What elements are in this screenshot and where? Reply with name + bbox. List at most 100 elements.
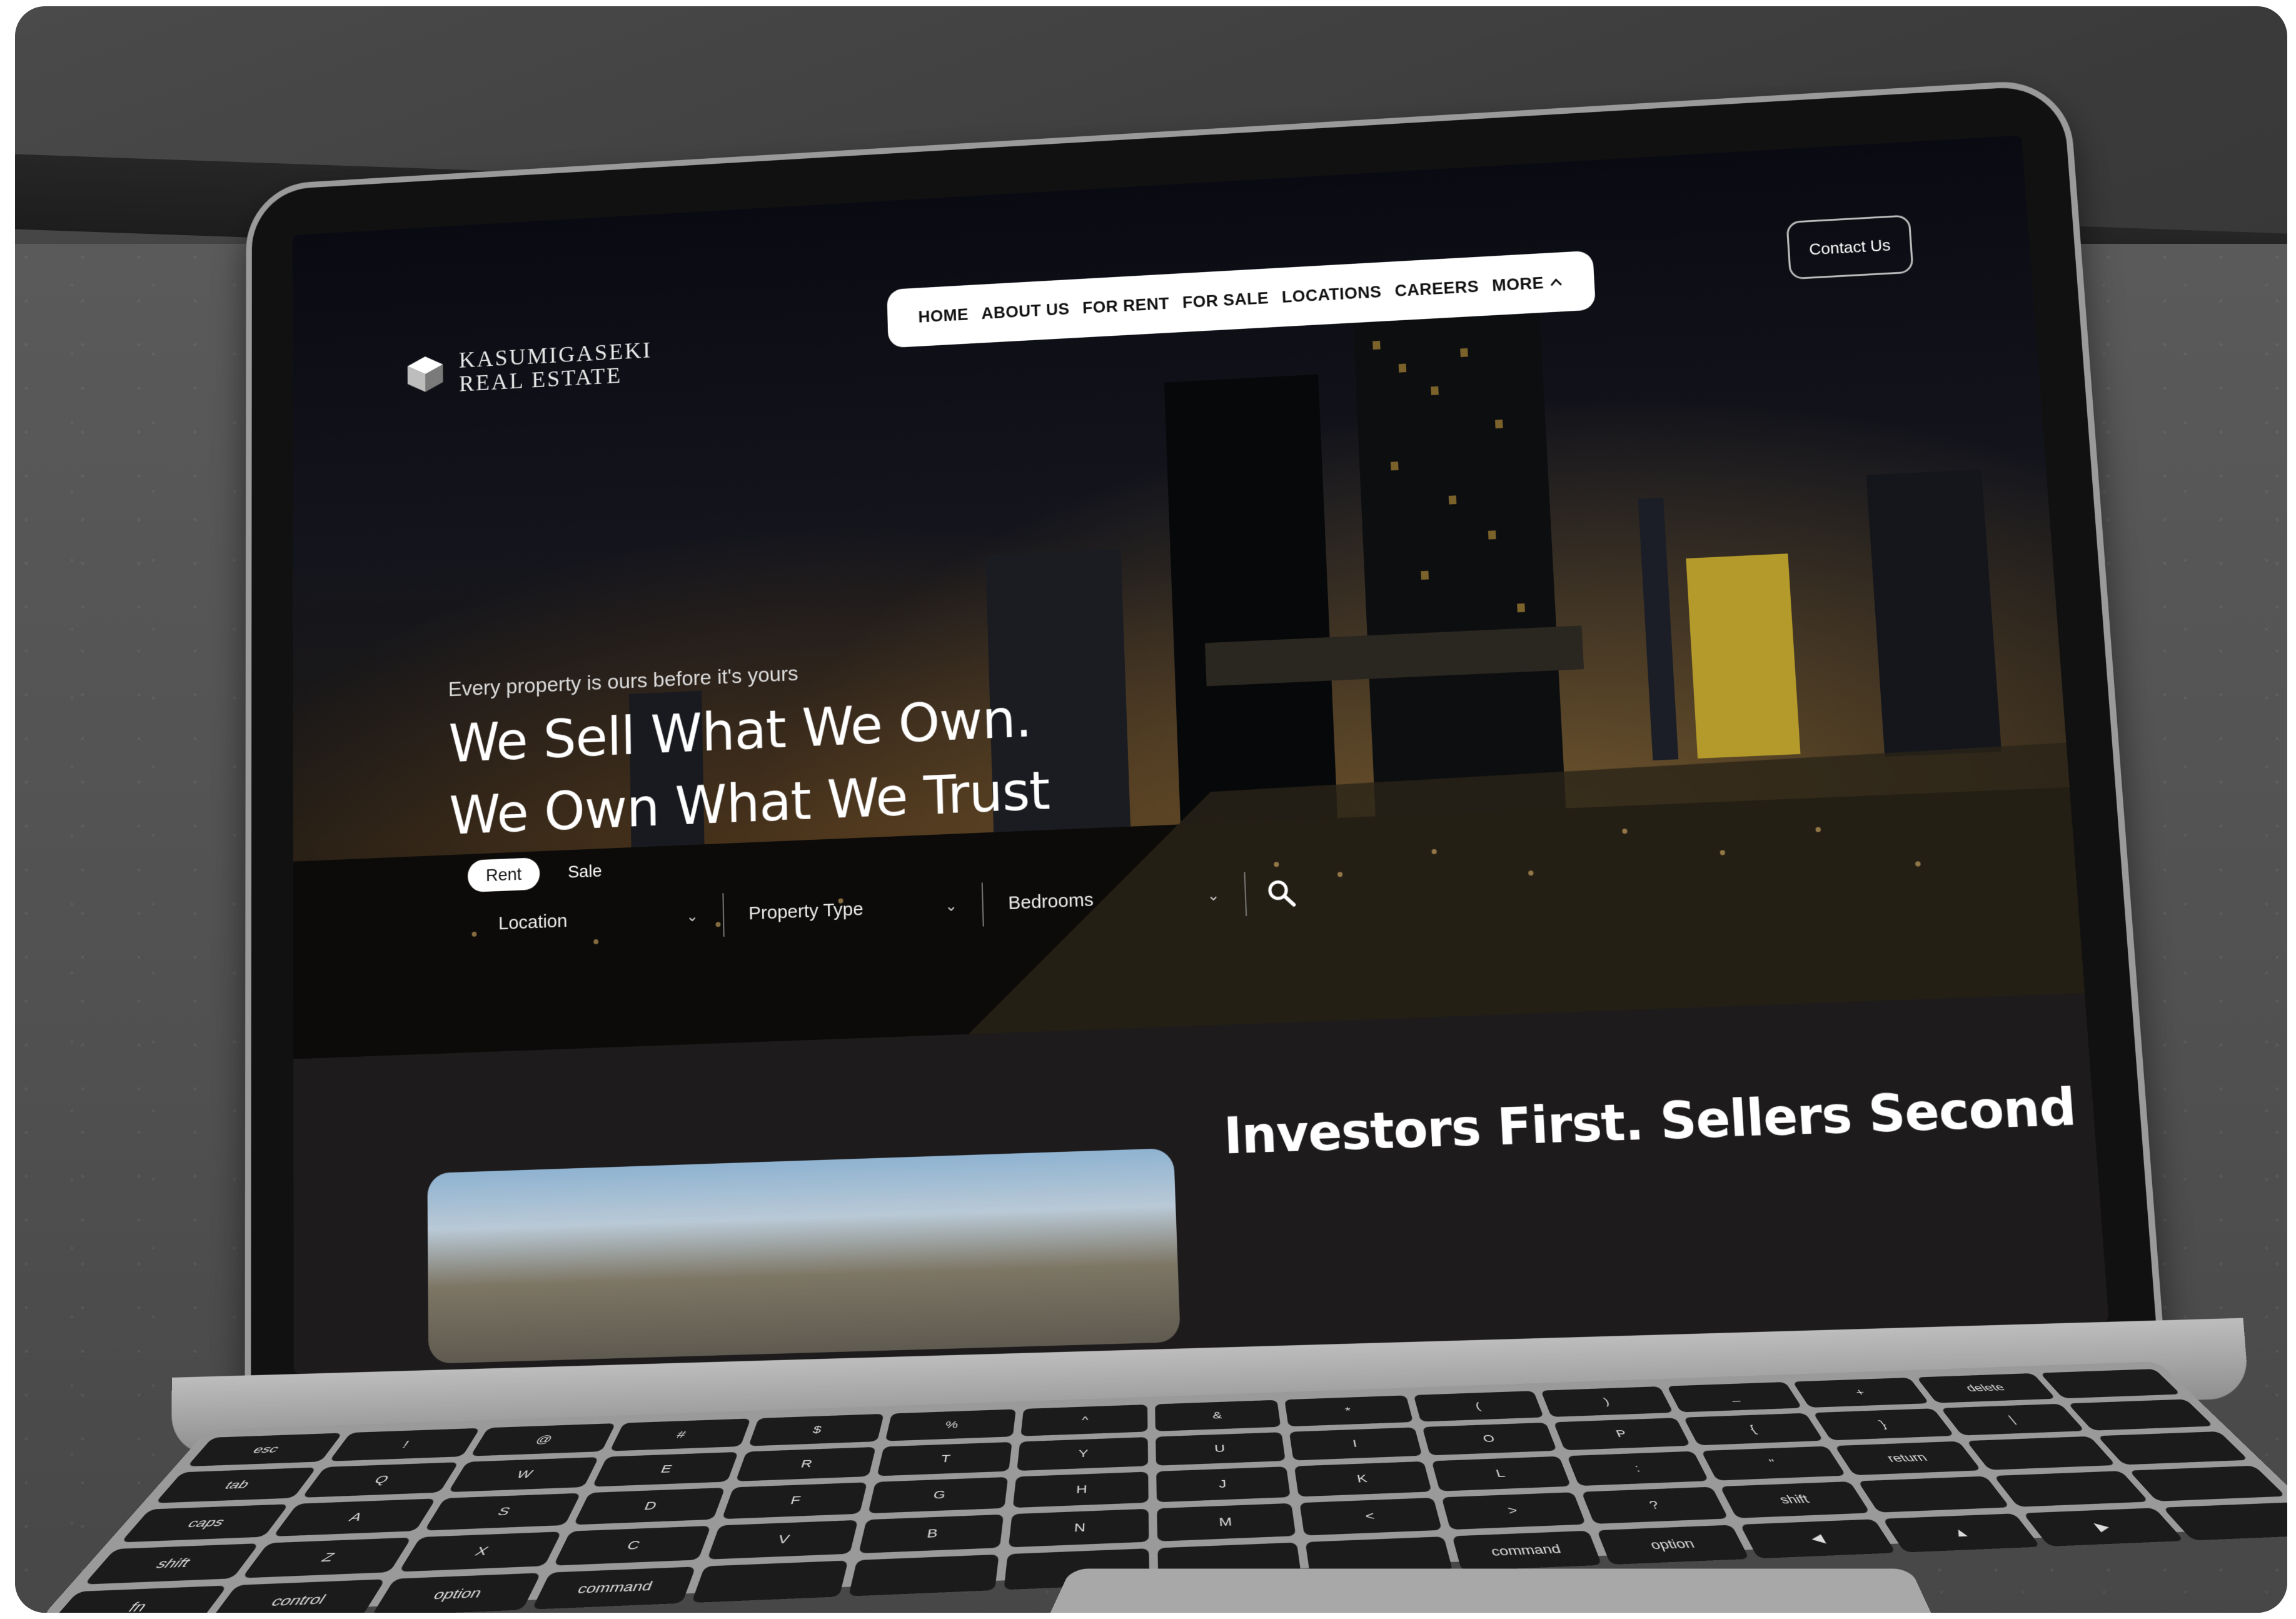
keyboard-key: shift	[1720, 1481, 1870, 1518]
property-type-dropdown-label: Property Type	[748, 899, 864, 924]
keyboard-key: C	[553, 1525, 711, 1566]
keyboard-key: N	[1009, 1508, 1149, 1548]
keyboard-key: B	[858, 1514, 1004, 1554]
keyboard-key: P	[1553, 1418, 1691, 1451]
chevron-up-icon	[1550, 278, 1563, 287]
nav-item-about-us[interactable]: ABOUT US	[981, 300, 1070, 323]
keyboard-key	[1857, 1476, 2010, 1513]
logo-cube-icon	[407, 355, 443, 393]
laptop-screen: KASUMIGASEKI REAL ESTATE HOME ABOUT US F…	[293, 135, 2109, 1374]
keyboard-key: option	[371, 1573, 541, 1613]
chevron-down-icon: ⌄	[1206, 886, 1221, 904]
keyboard-key: I	[1289, 1427, 1422, 1461]
keyboard-key: {	[1683, 1413, 1823, 1446]
keyboard-key: D	[573, 1487, 725, 1525]
keyboard-key: ▲	[1882, 1513, 2041, 1553]
keyboard-key: L	[1431, 1456, 1571, 1491]
keyboard-key: Q	[302, 1462, 459, 1498]
keyboard-key: ▶	[2023, 1508, 2184, 1546]
keyboard-key	[2067, 1399, 2214, 1431]
bedrooms-dropdown-label: Bedrooms	[1007, 889, 1094, 914]
keyboard-key: J	[1156, 1466, 1291, 1503]
contact-us-button[interactable]: Contact Us	[1786, 214, 1914, 280]
nav-item-for-rent[interactable]: FOR RENT	[1082, 294, 1170, 317]
keyboard-key: caps	[121, 1504, 290, 1543]
keyboard-key: *	[1284, 1395, 1413, 1427]
keyboard-key: "	[1701, 1446, 1846, 1481]
nav-item-more[interactable]: MORE	[1492, 273, 1563, 295]
keyboard-key: :	[1567, 1451, 1709, 1486]
keyboard-key: R	[735, 1446, 876, 1481]
chevron-down-icon: ⌄	[685, 907, 699, 925]
search-button[interactable]	[1258, 870, 1304, 915]
keyboard-key: O	[1422, 1422, 1557, 1456]
keyboard-key: +	[1792, 1377, 1930, 1408]
keyboard-key: (	[1413, 1391, 1544, 1422]
keyboard-key: esc	[187, 1433, 343, 1467]
keyboard-key: return	[1834, 1441, 1981, 1476]
section-title: Investors First. Sellers Second	[1222, 1078, 2078, 1166]
keyboard-key: option	[1596, 1525, 1750, 1565]
nav-more-label: MORE	[1491, 273, 1544, 295]
keyboard-key: control	[208, 1579, 386, 1613]
hero-headline: We Sell What We Own. We Own What We Trus…	[448, 681, 1050, 852]
keyboard-key	[1993, 1471, 2149, 1507]
keyboard-key: @	[470, 1423, 616, 1456]
keyboard-key: F	[722, 1482, 867, 1520]
keyboard-key: delete	[1916, 1373, 2056, 1403]
keyboard-key: Y	[1017, 1437, 1148, 1471]
keyboard-key: ?	[1581, 1486, 1729, 1524]
keyboard-key: command	[531, 1566, 696, 1610]
keyboard-key: _	[1667, 1381, 1802, 1413]
keyboard-key: )	[1541, 1386, 1674, 1417]
keyboard-key: M	[1156, 1503, 1296, 1541]
keyboard-key: |	[1940, 1403, 2085, 1436]
keyboard-key: K	[1294, 1461, 1432, 1497]
keyboard-key: W	[448, 1457, 599, 1493]
rent-sale-toggle: Rent Sale	[467, 855, 602, 893]
keyboard-key	[2097, 1431, 2249, 1465]
keyboard-key: >	[1441, 1492, 1586, 1530]
laptop: KASUMIGASEKI REAL ESTATE HOME ABOUT US F…	[171, 78, 2250, 1455]
nav-item-locations[interactable]: LOCATIONS	[1281, 283, 1382, 307]
rent-tab[interactable]: Rent	[467, 857, 540, 893]
keyboard-key: tab	[154, 1467, 317, 1503]
investors-section: Investors First. Sellers Second	[293, 993, 2109, 1374]
keyboard-key: $	[748, 1413, 884, 1446]
keyboard-key: }	[1813, 1408, 1955, 1441]
keyboard-key: S	[424, 1493, 582, 1531]
keyboard-key: E	[592, 1451, 738, 1487]
keyboard-key: shift	[84, 1543, 259, 1585]
keyboard-key: #	[610, 1418, 751, 1451]
nav-item-for-sale[interactable]: FOR SALE	[1182, 289, 1269, 312]
nav-item-careers[interactable]: CAREERS	[1394, 277, 1479, 300]
keyboard-key	[1966, 1436, 2116, 1470]
mockup-frame: KASUMIGASEKI REAL ESTATE HOME ABOUT US F…	[15, 6, 2287, 1613]
hero-section: KASUMIGASEKI REAL ESTATE HOME ABOUT US F…	[293, 135, 2085, 1059]
nav-item-home[interactable]: HOME	[918, 305, 969, 326]
search-icon	[1265, 877, 1296, 908]
sale-tab[interactable]: Sale	[568, 861, 602, 882]
keyboard-key: ^	[1020, 1405, 1148, 1436]
keyboard-key: <	[1299, 1497, 1442, 1536]
keyboard-key	[691, 1560, 848, 1603]
trackpad	[1033, 1568, 1948, 1613]
keyboard-key: V	[707, 1520, 858, 1560]
city-panorama-image	[427, 1147, 1181, 1364]
keyboard-key: %	[885, 1409, 1017, 1441]
keyboard-key	[2040, 1369, 2181, 1399]
keyboard-key: A	[273, 1498, 436, 1537]
keyboard-key	[848, 1554, 1000, 1596]
keyboard-key	[2128, 1465, 2286, 1501]
keyboard-key: X	[398, 1531, 562, 1572]
keyboard-key: G	[868, 1476, 1009, 1514]
keyboard-key: &	[1154, 1400, 1281, 1431]
keyboard-key: H	[1013, 1471, 1149, 1508]
keyboard-key: U	[1155, 1432, 1286, 1466]
keyboard-key: Z	[242, 1537, 411, 1578]
keyboard-key: !	[329, 1428, 480, 1461]
chevron-down-icon: ⌄	[944, 897, 958, 915]
keyboard-key: fn	[44, 1585, 228, 1613]
keyboard-key: T	[877, 1441, 1013, 1476]
keyboard-key: ◀	[1740, 1519, 1896, 1559]
